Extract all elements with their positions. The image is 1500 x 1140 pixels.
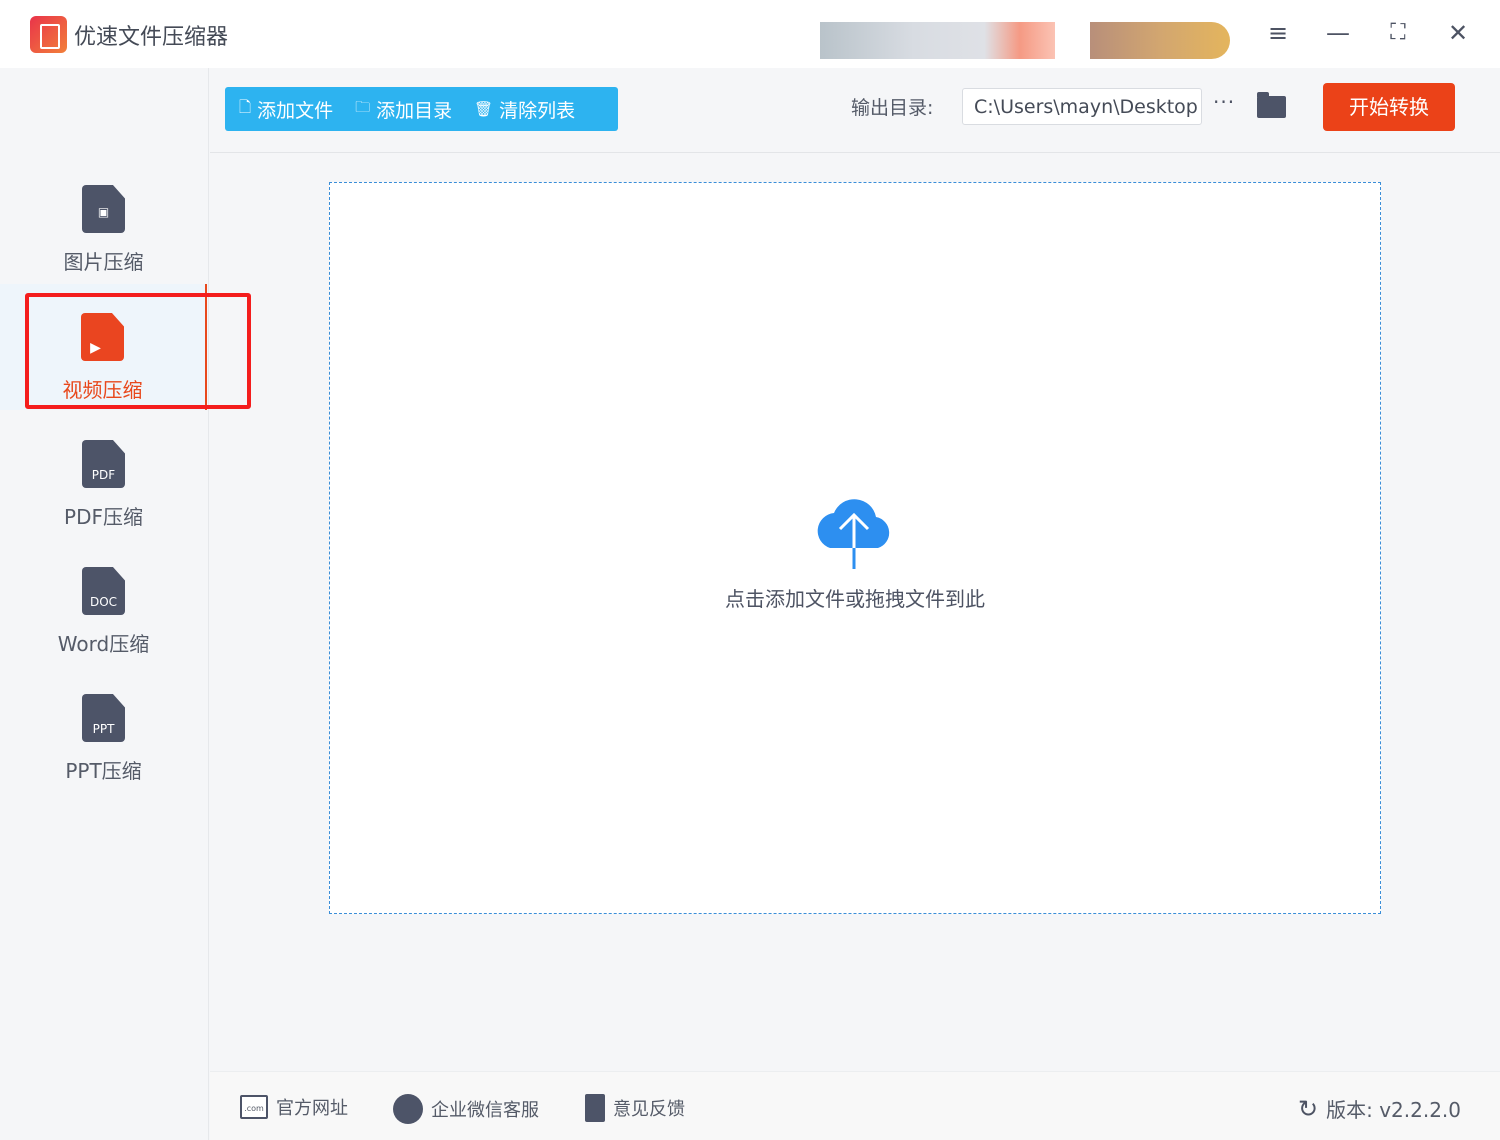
menu-icon[interactable]: ≡	[1263, 18, 1293, 48]
drop-zone-hint: 点击添加文件或拖拽文件到此	[330, 583, 1380, 612]
sidebar: ▣ 图片压缩 ▶ 视频压缩 PDF PDF压缩 DOC Word压缩 PPT P…	[0, 68, 209, 1140]
app-logo-icon	[30, 16, 67, 53]
file-icon: 🗋	[239, 97, 251, 122]
close-icon[interactable]: ✕	[1443, 18, 1473, 48]
folder-icon: 🗀	[355, 97, 370, 122]
feedback-label: 意见反馈	[613, 1095, 685, 1121]
sidebar-item-ppt[interactable]: PPT PPT压缩	[0, 665, 207, 791]
add-folder-label: 添加目录	[376, 96, 452, 123]
clear-list-button[interactable]: 🗑 清除列表	[474, 96, 575, 123]
title-bar: 优速文件压缩器 ≡ — ⛶ ✕	[0, 0, 1500, 68]
wechat-service-link[interactable]: 企业微信客服	[393, 1094, 539, 1124]
start-convert-button[interactable]: 开始转换	[1323, 83, 1455, 131]
ppt-file-icon: PPT	[82, 694, 125, 742]
website-label: 官方网址	[276, 1094, 348, 1120]
add-file-label: 添加文件	[257, 96, 333, 123]
feedback-link[interactable]: 意见反馈	[585, 1094, 685, 1122]
sidebar-item-label: 图片压缩	[0, 246, 207, 275]
wechat-icon	[393, 1094, 423, 1124]
website-icon: .com	[240, 1095, 268, 1119]
trash-icon: 🗑	[474, 100, 493, 118]
file-button-group: 🗋添加文件 🗀添加目录 🗑 清除列表	[225, 87, 618, 131]
file-drop-zone[interactable]: 点击添加文件或拖拽文件到此	[329, 182, 1381, 914]
output-dir-input[interactable]: C:\Users\mayn\Desktop	[962, 88, 1202, 125]
version-info[interactable]: ↻ 版本: v2.2.2.0	[1298, 1094, 1461, 1123]
maximize-icon[interactable]: ⛶	[1383, 18, 1413, 48]
sidebar-item-label: 视频压缩	[0, 374, 205, 403]
feedback-icon	[585, 1094, 605, 1122]
image-file-icon: ▣	[82, 185, 125, 233]
website-link[interactable]: .com 官方网址	[240, 1094, 348, 1120]
app-title: 优速文件压缩器	[74, 19, 228, 51]
toolbar: 🗋添加文件 🗀添加目录 🗑 清除列表 输出目录: C:\Users\mayn\De…	[210, 68, 1500, 153]
clear-list-label: 清除列表	[499, 96, 575, 123]
blurred-account-badge	[1090, 22, 1230, 59]
pdf-file-icon: PDF	[82, 440, 125, 488]
more-options-button[interactable]: ···	[1213, 90, 1235, 114]
refresh-icon: ↻	[1298, 1095, 1318, 1123]
sidebar-item-label: PPT压缩	[0, 755, 207, 784]
sidebar-item-pdf[interactable]: PDF PDF压缩	[0, 411, 207, 537]
sidebar-item-label: Word压缩	[0, 628, 207, 657]
footer: .com 官方网址 企业微信客服 意见反馈 ↻ 版本: v2.2.2.0	[210, 1071, 1500, 1140]
open-folder-icon[interactable]	[1257, 96, 1286, 118]
sidebar-item-video[interactable]: ▶ 视频压缩	[0, 284, 207, 410]
video-file-icon: ▶	[81, 313, 124, 361]
sidebar-item-word[interactable]: DOC Word压缩	[0, 538, 207, 664]
add-folder-button[interactable]: 🗀添加目录	[355, 96, 452, 123]
add-file-button[interactable]: 🗋添加文件	[239, 96, 333, 123]
blurred-user-info	[820, 22, 1055, 59]
doc-file-icon: DOC	[82, 567, 125, 615]
version-label: 版本: v2.2.2.0	[1326, 1094, 1461, 1123]
cloud-upload-icon	[810, 493, 900, 573]
sidebar-item-label: PDF压缩	[0, 501, 207, 530]
minimize-icon[interactable]: —	[1323, 18, 1353, 48]
wechat-label: 企业微信客服	[431, 1096, 539, 1122]
output-dir-label: 输出目录:	[851, 93, 933, 120]
sidebar-item-image[interactable]: ▣ 图片压缩	[0, 156, 207, 282]
